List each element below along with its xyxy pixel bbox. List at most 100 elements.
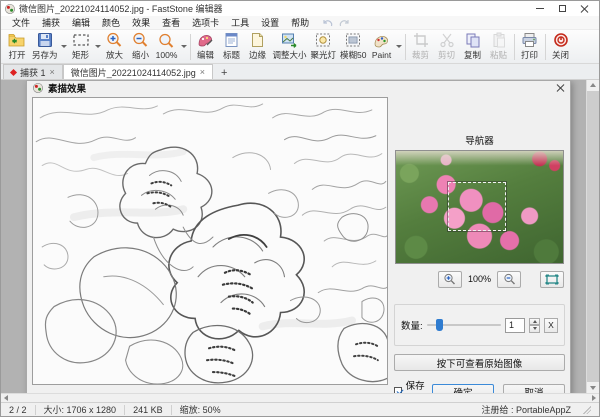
dialog-title: 素描效果 [48,81,86,95]
copy-icon [465,32,481,48]
nav-fit-button[interactable] [540,271,564,288]
scroll-down-icon[interactable] [590,386,596,390]
rectangle-dropdown-arrow[interactable] [95,45,101,48]
amount-slider[interactable] [427,318,501,332]
horizontal-scrollbar-track[interactable] [11,395,589,402]
maximize-button[interactable] [551,2,573,15]
horizontal-scrollbar[interactable] [1,393,599,402]
paint-dropdown-arrow[interactable] [396,45,402,48]
edit-button[interactable]: 编辑 [193,31,219,63]
status-zoom: 缩放: 50% [180,403,221,416]
status-separator [35,405,36,415]
tab-close-icon[interactable]: × [50,67,55,77]
menu-settings[interactable]: 设置 [256,15,284,30]
menu-edit[interactable]: 编辑 [67,15,95,30]
vertical-scrollbar[interactable] [586,80,599,393]
tab-close-icon[interactable]: × [200,67,205,77]
tab-current-image[interactable]: 微信图片_20221024114052.jpg × [63,64,213,79]
scroll-up-icon[interactable] [590,83,596,87]
spinner-down-button[interactable] [529,325,540,333]
spotlight-button[interactable]: 聚光灯 [309,31,339,63]
title-document-icon [224,32,239,48]
nav-zoom-value: 100% [468,274,491,284]
menu-file[interactable]: 文件 [7,15,35,30]
toolbar-separator [514,34,515,60]
redo-icon[interactable] [338,18,350,28]
save-as-button[interactable]: 另存为 [30,31,60,63]
edge-button[interactable]: 边缘 [245,31,271,63]
amount-input[interactable]: 1 [505,318,525,333]
close-icon [580,5,588,13]
maximize-icon [559,5,566,12]
save-as-dropdown-arrow[interactable] [61,45,67,48]
ok-button[interactable]: 确定 [432,384,494,394]
view-original-button[interactable]: 按下可查看原始图像 [394,354,565,371]
sketch-preview[interactable] [32,97,388,385]
cancel-button[interactable]: 取消 [503,384,565,394]
zoom-out-button[interactable]: 缩小 [128,31,154,63]
nav-zoom-in-icon [443,273,456,285]
zoom-100-icon [158,33,175,49]
tab-label: 捕获 1 [20,66,46,79]
rectangle-select-button[interactable]: 矩形 [68,31,94,63]
tabbar: 捕获 1 × 微信图片_20221024114052.jpg × + [1,64,599,80]
nav-zoom-in-button[interactable] [438,271,462,288]
title-button[interactable]: 标题 [219,31,245,63]
zoom-dropdown-arrow[interactable] [181,45,187,48]
print-button[interactable]: 打印 [517,31,543,63]
open-button[interactable]: 打开 [4,31,30,63]
toolbar-separator [405,34,406,60]
close-file-button[interactable]: 关闭 [548,31,574,63]
amount-spinner [529,318,540,333]
navigator-thumbnail[interactable] [395,150,564,264]
slider-thumb[interactable] [436,319,443,331]
tab-capture-1[interactable]: 捕获 1 × [3,64,63,79]
window-title: 微信图片_20221024114052.jpg - FastStone 编辑器 [19,2,222,15]
close-window-button[interactable] [573,2,595,15]
vertical-scrollbar-thumb[interactable] [587,91,600,382]
new-tab-button[interactable]: + [213,67,235,79]
save-settings-checkbox[interactable]: 保存设置 [394,378,432,393]
undo-icon[interactable] [322,18,334,28]
nav-fit-icon [545,274,559,285]
spinner-down-icon [533,327,537,330]
scroll-right-icon[interactable] [592,395,596,401]
paint-button[interactable]: Paint [369,31,395,63]
menu-tools[interactable]: 工具 [226,15,254,30]
rectangle-select-icon [72,32,90,48]
menu-help[interactable]: 帮助 [286,15,314,30]
amount-groupbox: 数量: 1 X [394,304,565,346]
navigator-selection-rect[interactable] [448,182,506,230]
zoom-in-button[interactable]: 放大 [102,31,128,63]
resize-button[interactable]: 调整大小 [271,31,309,63]
nav-zoom-out-icon [503,273,516,285]
spinner-up-button[interactable] [529,318,540,326]
nav-zoom-out-button[interactable] [497,271,521,288]
dialog-close-icon[interactable] [556,84,564,92]
amount-reset-button[interactable]: X [544,318,558,333]
menu-colors[interactable]: 颜色 [97,15,125,30]
tab-label: 微信图片_20221024114052.jpg [71,66,196,79]
crop-button: 裁剪 [408,31,434,63]
amount-label: 数量: [401,318,423,332]
menu-tabs[interactable]: 选项卡 [187,15,224,30]
copy-button[interactable]: 复制 [460,31,486,63]
toolbar-separator [190,34,191,60]
status-separator [124,405,125,415]
navigator-label: 导航器 [394,133,565,147]
blur50-button[interactable]: 模糊50 [338,31,368,63]
dialog-side-panel: 导航器 100% [394,97,565,393]
resize-grip-icon[interactable] [583,406,591,414]
minimize-button[interactable] [529,2,551,15]
paste-clipboard-icon [491,32,507,48]
dialog-titlebar[interactable]: 素描效果 [27,81,570,95]
statusbar: 2 / 2 大小: 1706 x 1280 241 KB 缩放: 50% 注册给… [1,402,599,416]
zoom-100-button[interactable]: 100% [154,31,180,63]
menu-effects[interactable]: 效果 [127,15,155,30]
scroll-left-icon[interactable] [4,395,8,401]
dialog-logo-icon [33,83,43,93]
save-settings-label: 保存设置 [406,378,432,393]
menu-capture[interactable]: 捕获 [37,15,65,30]
menu-view[interactable]: 查看 [157,15,185,30]
open-folder-icon [8,32,26,48]
